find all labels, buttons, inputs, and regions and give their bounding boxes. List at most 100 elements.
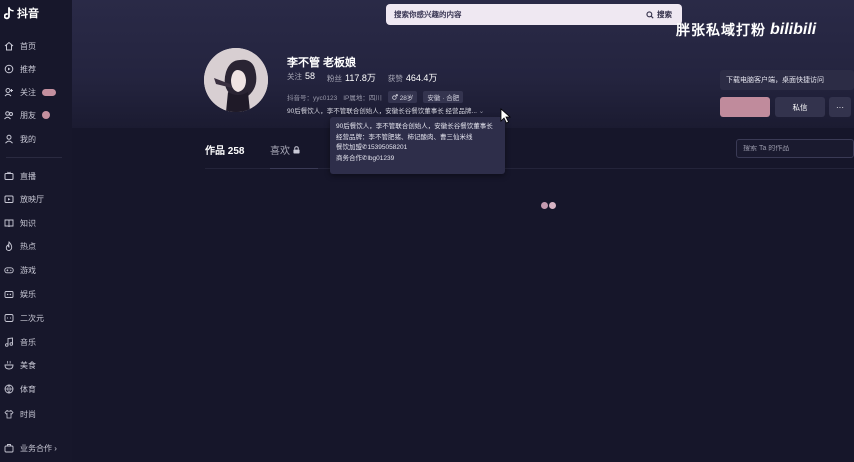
sidebar-item-sports[interactable]: 体育 [4,381,36,397]
follow-icon [4,88,13,97]
tab-likes-underline [270,168,318,169]
sidebar-item-follow[interactable]: 关注 [4,84,56,100]
bio-preview-text: 90后餐饮人，李不管联合创始人，安徽长谷餐饮董事长 经营品牌... [287,108,477,115]
sidebar-item-food[interactable]: 美食 [4,357,36,373]
sidebar-item-recommend[interactable]: 推荐 [4,61,36,77]
game-icon [4,267,14,274]
douyin-id: 抖音号：yyc0123 [287,95,338,102]
search-input[interactable] [394,10,646,19]
app-logo-text: 抖音 [17,8,39,20]
app-logo[interactable]: 抖音 [4,5,39,21]
sports-icon [4,384,14,394]
bio-popup-line: 商务合作✆lbg01239 [336,154,395,162]
search-button[interactable]: 搜索 [646,9,682,20]
sidebar-item-entertainment[interactable]: 娱乐 [4,286,36,302]
sidebar-item-knowledge[interactable]: 知识 [4,215,36,231]
bio-popup-line: 经营品牌：李不管肥猪、柿记酸肉、曹三仙米线 [336,133,473,141]
douyin-logo-icon [4,6,14,19]
loading-dot [549,202,556,209]
sidebar-item-label: 知识 [20,218,36,228]
recommend-icon [4,64,14,74]
mouse-cursor-icon [500,108,511,124]
works-search-input[interactable] [743,145,853,152]
tab-works[interactable]: 作品 258 [205,142,244,157]
music-icon [5,337,14,347]
sidebar-item-anime[interactable]: 二次元 [4,310,44,326]
profile-meta: 抖音号：yyc0123 IP属地：四川 28岁 安徽 · 合肥 [287,91,464,103]
anime-icon [4,314,14,322]
following-count[interactable]: 关注 58 [287,71,315,84]
follow-button[interactable] [720,97,770,117]
follow-update-badge [42,88,56,96]
entertainment-icon [4,291,14,298]
sidebar-item-label: 直播 [20,171,36,181]
profile-name: 李不管 老板娘 [287,57,357,69]
download-client-banner[interactable]: 下载电脑客户端，桌面快捷访问 [720,70,854,90]
loading-dot [541,202,548,209]
sidebar-item-label: 推荐 [20,64,36,74]
avatar-image [204,48,268,112]
cinema-icon [4,195,14,203]
age-value: 28岁 [399,95,414,102]
sidebar-item-label: 娱乐 [20,289,36,299]
sidebar-item-game[interactable]: 游戏 [4,262,36,278]
sidebar-item-label: 游戏 [20,265,36,275]
followers-value: 117.8万 [345,73,376,83]
likes-count: 获赞 464.4万 [388,71,438,84]
lock-icon [293,145,300,153]
message-button[interactable]: 私信 [775,97,825,117]
sidebar-item-mine[interactable]: 我的 [4,131,36,147]
sidebar-item-friends[interactable]: 朋友 [4,107,50,123]
sidebar-item-cinema[interactable]: 放映厅 [4,191,44,207]
friends-notification-dot [42,111,50,119]
home-icon [4,41,14,51]
sidebar-item-label: 放映厅 [20,194,44,204]
business-icon [4,444,14,453]
sidebar-item-label: 关注 [20,87,36,97]
bio-preview[interactable]: 90后餐饮人，李不管联合创始人，安徽长谷餐饮董事长 经营品牌... ⌄ [287,105,484,115]
bio-popup: 90后餐饮人，李不管联合创始人，安徽长谷餐饮董事长 经营品牌：李不管肥猪、柿记酸… [330,117,505,174]
followers-count[interactable]: 粉丝 117.8万 [327,71,376,84]
gender-icon [392,94,398,100]
ip-location: IP属地：四川 [343,95,382,102]
location-tag: 安徽 · 合肥 [423,91,464,103]
sidebar-item-hot[interactable]: 热点 [4,238,36,254]
sidebar-item-fashion[interactable]: 时尚 [4,406,36,422]
followers-label: 粉丝 [327,74,343,83]
video-watermark: 胖张私域打粉 bilibili [676,20,816,40]
profile-stats: 关注 58 粉丝 117.8万 获赞 464.4万 [287,71,437,84]
more-button[interactable]: ··· [829,97,851,117]
live-icon [4,171,14,180]
sidebar-item-label: 首页 [20,41,36,51]
bilibili-logo: bilibili [770,21,817,38]
sidebar-item-live[interactable]: 直播 [4,168,36,184]
friends-icon [4,111,13,120]
sidebar-item-home[interactable]: 首页 [4,38,36,54]
tab-likes[interactable]: 喜欢 [270,142,300,157]
likes-value: 464.4万 [405,73,438,83]
search-bar: 搜索 [386,4,682,25]
search-button-label: 搜索 [657,10,672,19]
fashion-icon [4,409,14,419]
food-icon [4,360,14,370]
business-cooperation-label: 业务合作 › [20,443,57,453]
search-icon [646,10,654,19]
sidebar-item-label: 音乐 [20,337,36,347]
sidebar-item-label: 美食 [20,360,36,370]
age-tag: 28岁 [387,91,418,103]
sidebar-item-label: 体育 [20,384,36,394]
following-value: 58 [305,71,316,81]
sidebar-divider [6,157,62,158]
sidebar-item-label: 时尚 [20,409,36,419]
works-search-box [736,139,854,158]
sidebar-item-music[interactable]: 音乐 [4,334,36,350]
sidebar-item-label: 二次元 [20,313,44,323]
sidebar-business-cooperation[interactable]: 业务合作 › [4,440,57,456]
sidebar-item-label: 热点 [20,241,36,251]
loading-indicator [541,202,556,209]
bio-popup-line: 90后餐饮人，李不管联合创始人，安徽长谷餐饮董事长 [336,123,493,130]
sidebar: 抖音 首页 推荐 关注 朋友 我的 直播 放映厅 知识 热点 游戏 娱乐 二次元… [0,0,72,462]
avatar[interactable] [204,48,268,112]
sidebar-item-label: 我的 [20,134,36,144]
following-label: 关注 [287,72,302,81]
